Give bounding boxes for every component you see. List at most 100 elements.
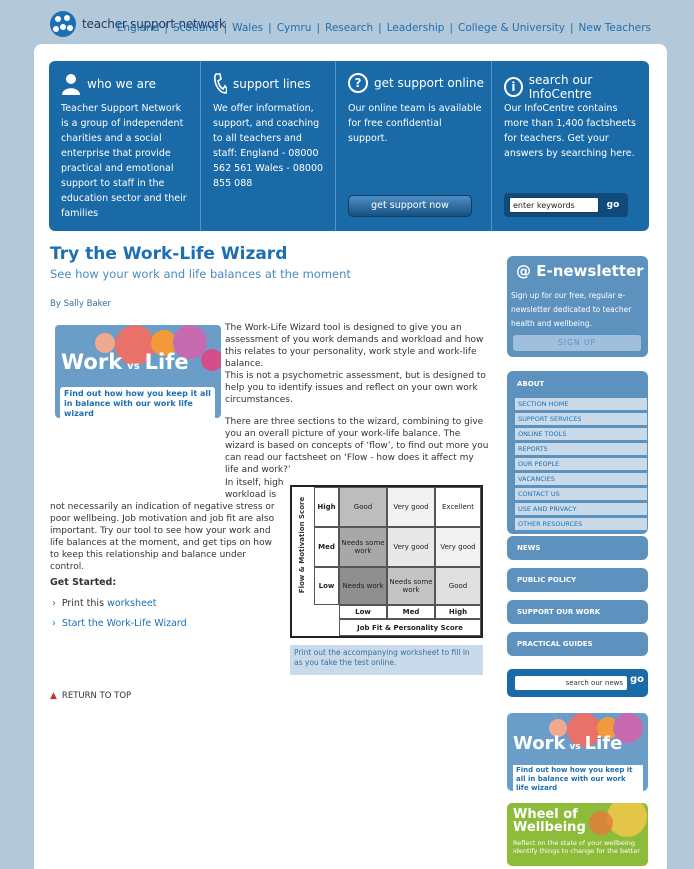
nav-separator: |	[268, 22, 272, 34]
get-support-now-button[interactable]: get support now	[348, 195, 472, 217]
sidebar-support-our-work[interactable]: SUPPORT OUR WORK	[507, 600, 648, 624]
promo-life: Life	[584, 733, 623, 754]
matrix-cell: Excellent	[435, 487, 481, 527]
get-support-online-text: Our online team is available for free co…	[348, 103, 482, 144]
matrix-x-axis-label: Job Fit & Personality Score	[339, 619, 481, 636]
work-vs-life-hero-image: Work vs Life Find out how how you keep it …	[55, 325, 221, 418]
infocentre-column: i search our InfoCentre Our InfoCentre co…	[491, 61, 649, 231]
page-subtitle: See how your work and life balances at t…	[50, 267, 351, 281]
sign-up-button[interactable]: SIGN UP	[513, 335, 641, 351]
about-item-section-home[interactable]: SECTION HOME	[515, 398, 647, 410]
workload-paragraph: not necessarily an indication of negativ…	[50, 502, 275, 572]
wheel-of-wellbeing-title: Wheel of Wellbeing	[513, 807, 586, 835]
infocentre-search-input[interactable]: enter keywords	[509, 197, 599, 213]
about-item-vacancies[interactable]: VACANCIES	[515, 473, 647, 485]
nav-research[interactable]: Research	[325, 22, 373, 34]
sidebar-news[interactable]: NEWS	[507, 536, 648, 560]
enewsletter-title: @ E-newsletter	[516, 262, 644, 280]
workload-paragraph-start: In itself, high workload is	[225, 478, 284, 500]
about-item-online-tools[interactable]: ONLINE TOOLS	[515, 428, 647, 440]
work-vs-life-promo[interactable]: Work vs Life Find out how how you keep it …	[507, 713, 648, 791]
info-banner: who we are Teacher Support Network is a …	[49, 61, 649, 231]
enewsletter-box: @ E-newsletter Sign up for our free, reg…	[507, 256, 648, 357]
matrix-cell: Needs some work	[387, 567, 435, 605]
support-lines-column: support lines We offer information, supp…	[200, 61, 335, 231]
matrix-col-med: Med	[387, 605, 435, 619]
sidebar-practical-guides[interactable]: PRACTICAL GUIDES	[507, 632, 648, 656]
about-item-support-services[interactable]: SUPPORT SERVICES	[515, 413, 647, 425]
matrix-cell: Good	[339, 487, 387, 527]
enewsletter-text: Sign up for our free, regular e-newslett…	[511, 291, 632, 328]
start-wizard-link[interactable]: Start the Work-Life Wizard	[62, 618, 187, 629]
start-wizard-item: › Start the Work-Life Wizard	[52, 618, 187, 629]
matrix-cell: Good	[435, 567, 481, 605]
news-search-input[interactable]: search our news	[515, 676, 627, 690]
about-item-contact-us[interactable]: CONTACT US	[515, 488, 647, 500]
news-search: search our news go	[507, 669, 648, 697]
who-we-are-title: who we are	[87, 77, 156, 91]
work-life-matrix: Flow & Motivation Score High Med Low Goo…	[290, 485, 483, 638]
get-support-online-title: get support online	[374, 76, 485, 90]
matrix-row-high: High	[314, 487, 339, 527]
nav-wales[interactable]: Wales	[232, 22, 263, 34]
hero-tagline: Find out how how you keep it all in bala…	[60, 387, 215, 418]
promo-work: Work	[513, 733, 566, 754]
return-to-top-link[interactable]: ▲ RETURN TO TOP	[50, 691, 131, 701]
news-search-go-button[interactable]: go	[630, 674, 644, 685]
matrix-cell: Needs work	[339, 567, 387, 605]
print-worksheet-item: › Print this worksheet	[52, 598, 157, 609]
top-nav: England | Scotland | Wales | Cymru | Researc…	[117, 22, 651, 34]
support-lines-title: support lines	[233, 77, 311, 91]
about-menu: ABOUT SECTION HOME SUPPORT SERVICES ONLI…	[507, 371, 648, 534]
matrix-row-med: Med	[314, 527, 339, 567]
about-item-use-and-privacy[interactable]: USE AND PRIVACY	[515, 503, 647, 515]
wheel-of-wellbeing-promo[interactable]: Wheel of Wellbeing Reflect on the state …	[507, 803, 648, 866]
three-sections-paragraph: There are three sections to the wizard, …	[225, 417, 489, 475]
nav-cymru[interactable]: Cymru	[277, 22, 312, 34]
promo-tagline: Find out how how you keep it all in bala…	[513, 765, 643, 791]
intro-paragraph: The Work-Life Wizard tool is designed to…	[225, 323, 484, 369]
about-heading[interactable]: ABOUT	[517, 380, 544, 388]
matrix-caption: Print out the accompanying worksheet to …	[290, 645, 483, 675]
nav-leadership[interactable]: Leadership	[387, 22, 445, 34]
question-icon: ?	[348, 73, 368, 93]
matrix-row-low: Low	[314, 567, 339, 605]
support-lines-text: We offer information, support, and coach…	[213, 103, 324, 189]
promo-vs: vs	[569, 742, 581, 752]
phone-icon	[214, 73, 227, 94]
about-item-reports[interactable]: REPORTS	[515, 443, 647, 455]
logo-mark-icon	[50, 11, 76, 37]
chevron-right-icon: ›	[52, 598, 56, 609]
byline: By Sally Baker	[50, 299, 112, 309]
worksheet-link[interactable]: worksheet	[107, 598, 156, 609]
nav-college-university[interactable]: College & University	[458, 22, 565, 34]
info-icon: i	[504, 77, 523, 97]
nav-separator: |	[449, 22, 453, 34]
hero-work: Work	[61, 350, 123, 374]
infocentre-title: search our InfoCentre	[528, 73, 593, 101]
hero-life: Life	[144, 350, 189, 374]
chevron-right-icon: ›	[52, 618, 56, 629]
nav-scotland[interactable]: Scotland	[173, 22, 219, 34]
matrix-cell: Very good	[387, 527, 435, 567]
matrix-cell: Needs some work	[339, 527, 387, 567]
nav-separator: |	[570, 22, 574, 34]
sidebar-public-policy[interactable]: PUBLIC POLICY	[507, 568, 648, 592]
nav-separator: |	[316, 22, 320, 34]
matrix-cell: Very good	[387, 487, 435, 527]
about-item-our-people[interactable]: OUR PEOPLE	[515, 458, 647, 470]
about-item-other-resources[interactable]: OTHER RESOURCES	[515, 518, 647, 530]
nav-england[interactable]: England	[117, 22, 160, 34]
not-psychometric-paragraph: This is not a psychometric assessment, b…	[225, 371, 486, 405]
wheel-of-wellbeing-tagline: Reflect on the state of your wellbeing i…	[513, 839, 640, 855]
hero-vs: vs	[127, 361, 140, 372]
nav-new-teachers[interactable]: New Teachers	[579, 22, 651, 34]
arrow-up-icon: ▲	[50, 691, 57, 701]
matrix-col-high: High	[435, 605, 481, 619]
who-we-are-column: who we are Teacher Support Network is a …	[49, 61, 199, 231]
page-title: Try the Work-Life Wizard	[50, 244, 288, 264]
matrix-col-low: Low	[339, 605, 387, 619]
person-icon	[62, 74, 80, 95]
infocentre-go-button[interactable]: go	[604, 197, 622, 213]
nav-separator: |	[223, 22, 228, 34]
